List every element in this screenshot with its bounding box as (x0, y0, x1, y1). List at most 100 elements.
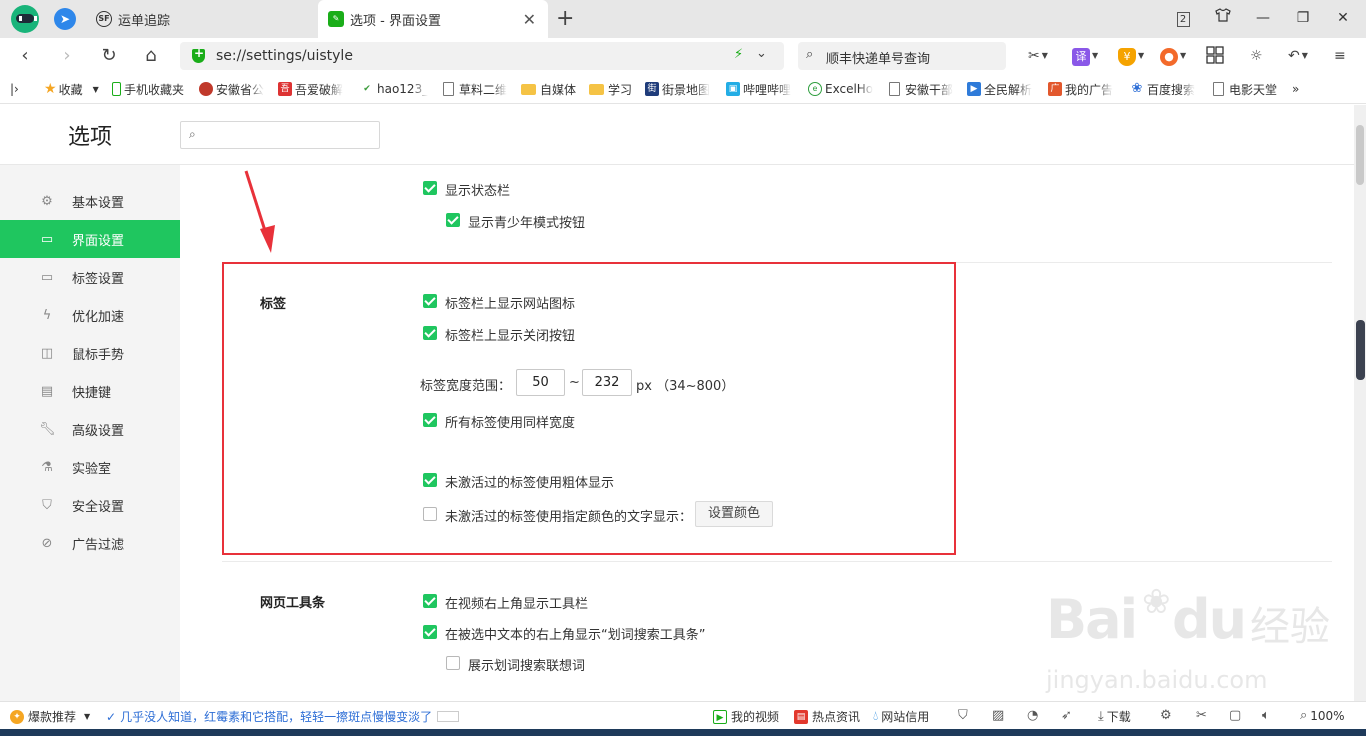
tab-settings[interactable]: ✎ 选项 - 界面设置 ✕ (318, 0, 548, 38)
bookmark-item[interactable]: 学习 (589, 81, 632, 97)
tab-width-unit-label: px （34~800） (636, 379, 735, 394)
sound-icon[interactable]: 🔈︎ (1262, 708, 1273, 723)
bold-inactive-checkbox[interactable] (423, 473, 437, 487)
baidu-icon: ❀ (1130, 81, 1144, 96)
rocket-icon[interactable]: ➶ (1061, 708, 1075, 723)
download-item[interactable]: ⤓ 下载 (1098, 708, 1131, 725)
street-icon: 街 (645, 82, 659, 96)
translate-icon[interactable]: 译 ▼ (1072, 46, 1098, 66)
sidebar-item-advanced[interactable]: 🔧︎ 高级设置 (0, 410, 180, 448)
show-status-bar-checkbox[interactable] (423, 181, 437, 195)
show-site-icon-checkbox[interactable] (423, 294, 437, 308)
bookmark-item[interactable]: 自媒体 (521, 81, 576, 97)
bookmark-item[interactable]: 街街景地图 (645, 81, 710, 97)
same-width-checkbox[interactable] (423, 413, 437, 427)
bookmark-item[interactable]: 吾吾爱破解 (278, 81, 343, 97)
my-video-item[interactable]: ▶ 我的视频 (713, 708, 779, 725)
bookmark-item[interactable]: ✔ hao123_ (360, 81, 428, 97)
apps-grid-icon[interactable] (1206, 46, 1224, 66)
show-close-button-checkbox[interactable] (423, 326, 437, 340)
news-ticker[interactable]: ✓ 几乎没人知道，红霉素和它搭配，轻轻一擦斑点慢慢变淡了 (106, 708, 460, 725)
page-scrollbar[interactable] (1354, 105, 1366, 701)
scroll-thumb[interactable] (1356, 125, 1364, 185)
sidebar-item-basic[interactable]: ⚙ 基本设置 (0, 182, 180, 220)
scroll-thumb-main[interactable] (1356, 320, 1365, 380)
address-bar[interactable]: se://settings/uistyle ⚡ ⌄ (180, 42, 784, 70)
folder-icon (521, 83, 536, 95)
show-youth-button-checkbox[interactable] (446, 213, 460, 227)
bookmark-item[interactable]: 安徽省公 (199, 81, 264, 97)
bookmark-item[interactable]: e ExcelHo (808, 81, 873, 97)
cut-icon[interactable]: ✂ (1196, 708, 1210, 723)
brightness-icon[interactable]: ☼ (1250, 46, 1263, 66)
bookmark-item[interactable]: 电影天堂 (1213, 81, 1277, 97)
tab-tracking[interactable]: SF 运单追踪 (86, 0, 314, 38)
set-color-button[interactable]: 设置颜色 (695, 501, 773, 527)
tab-count-button[interactable]: 2 (1163, 0, 1203, 38)
sidebar-item-ui[interactable]: ▭ 界面设置 (0, 220, 180, 258)
tab-width-max-input[interactable]: 232 (582, 369, 632, 396)
undo-icon[interactable]: ↶ ▼ (1288, 46, 1308, 66)
speed-icon[interactable]: ◔ (1027, 708, 1041, 723)
tab-width-range-label: 标签宽度范围： (420, 379, 512, 394)
bookmark-item[interactable]: ▶ 全民解析 (967, 81, 1032, 97)
color-inactive-checkbox[interactable] (423, 507, 437, 521)
home-icon[interactable]: ⌂ (137, 42, 165, 70)
speed-mode-icon[interactable]: ⚡ (734, 47, 743, 62)
skin-shirt-icon[interactable] (1203, 0, 1243, 38)
page-title: 选项 (68, 125, 113, 150)
window-mode-icon[interactable]: ▢ (1229, 708, 1244, 723)
close-window-icon[interactable]: ✕ (1323, 0, 1363, 38)
bookmark-item[interactable]: 安徽干部 (889, 81, 953, 97)
word-suggest-checkbox[interactable] (446, 656, 460, 670)
settings-search-input[interactable]: ⌕ (180, 121, 380, 149)
new-tab-button[interactable]: + (556, 6, 574, 31)
tab-width-min-input[interactable]: 50 (516, 369, 565, 396)
back-icon[interactable]: ‹ (11, 42, 39, 70)
os-taskbar (0, 729, 1366, 736)
search-text[interactable]: 顺丰快递单号查询 (826, 48, 930, 67)
wallet-icon[interactable]: ¥ ▼ (1118, 46, 1144, 66)
sidebar-item-mouse[interactable]: ◫ 鼠标手势 (0, 334, 180, 372)
sidebar-item-optimize[interactable]: ϟ 优化加速 (0, 296, 180, 334)
bookmark-item[interactable]: ❀ 百度搜索 (1130, 81, 1195, 97)
more-bookmarks-icon[interactable]: » (1292, 81, 1299, 97)
wuai-icon: 吾 (278, 82, 292, 96)
sidebar-item-lab[interactable]: ⚗ 实验室 (0, 448, 180, 486)
video-toolbar-checkbox[interactable] (423, 594, 437, 608)
site-credit-item[interactable]: 💧︎ 网站信用 (873, 708, 929, 725)
restore-icon[interactable]: ❐ (1283, 0, 1323, 38)
sidebar-toggle-icon[interactable]: |› (10, 81, 19, 97)
forward-icon[interactable]: › (53, 42, 81, 70)
chevron-down-icon[interactable]: ⌄ (756, 46, 767, 61)
minimize-icon[interactable]: — (1243, 0, 1283, 38)
keyboard-icon: ▤ (40, 383, 54, 399)
same-width-label: 所有标签使用同样宽度 (445, 416, 576, 431)
search-box[interactable]: ⌕ 顺丰快递单号查询 (798, 42, 1006, 70)
sidebar-item-adblock[interactable]: ⊘ 广告过滤 (0, 524, 180, 562)
bookmark-item[interactable]: ▣ 哔哩哔哩 (726, 81, 791, 97)
game-icon[interactable]: ● ▼ (1160, 46, 1186, 66)
bookmark-item[interactable]: 手机收藏夹 (112, 81, 184, 97)
browser-logo-icon[interactable] (11, 5, 39, 33)
navigation-compass-icon[interactable]: ➤ (54, 8, 76, 30)
bookmark-item[interactable]: 广我的广告 (1048, 81, 1113, 97)
promo-item[interactable]: ✦ 爆款推荐 ▼ (10, 708, 90, 725)
reload-icon[interactable]: ↻ (95, 42, 123, 70)
sidebar-item-security[interactable]: ⛉ 安全设置 (0, 486, 180, 524)
image-icon[interactable]: ▨ (992, 708, 1007, 723)
word-search-toolbar-checkbox[interactable] (423, 625, 437, 639)
scissors-icon[interactable]: ✂ ▼ (1028, 46, 1048, 66)
hot-news-item[interactable]: ▤ 热点资讯 (794, 708, 860, 725)
status-bar: ✦ 爆款推荐 ▼ ✓ 几乎没人知道，红霉素和它搭配，轻轻一擦斑点慢慢变淡了 ▶ 我的视频… (0, 701, 1366, 729)
url-text[interactable]: se://settings/uistyle (216, 48, 353, 64)
security-status-icon[interactable]: ⛉ (958, 708, 971, 723)
bookmark-item[interactable]: ★ 收藏 ▼ (44, 81, 99, 97)
menu-icon[interactable]: ≡ (1334, 46, 1346, 66)
settings-status-icon[interactable]: ⚙ (1160, 708, 1175, 723)
zoom-item[interactable]: ⌕ 100% (1300, 708, 1345, 723)
sidebar-item-tabs[interactable]: ▭ 标签设置 (0, 258, 180, 296)
sidebar-item-shortcuts[interactable]: ▤ 快捷键 (0, 372, 180, 410)
bookmark-item[interactable]: 草料二维 (443, 81, 507, 97)
close-tab-icon[interactable]: ✕ (523, 10, 536, 29)
